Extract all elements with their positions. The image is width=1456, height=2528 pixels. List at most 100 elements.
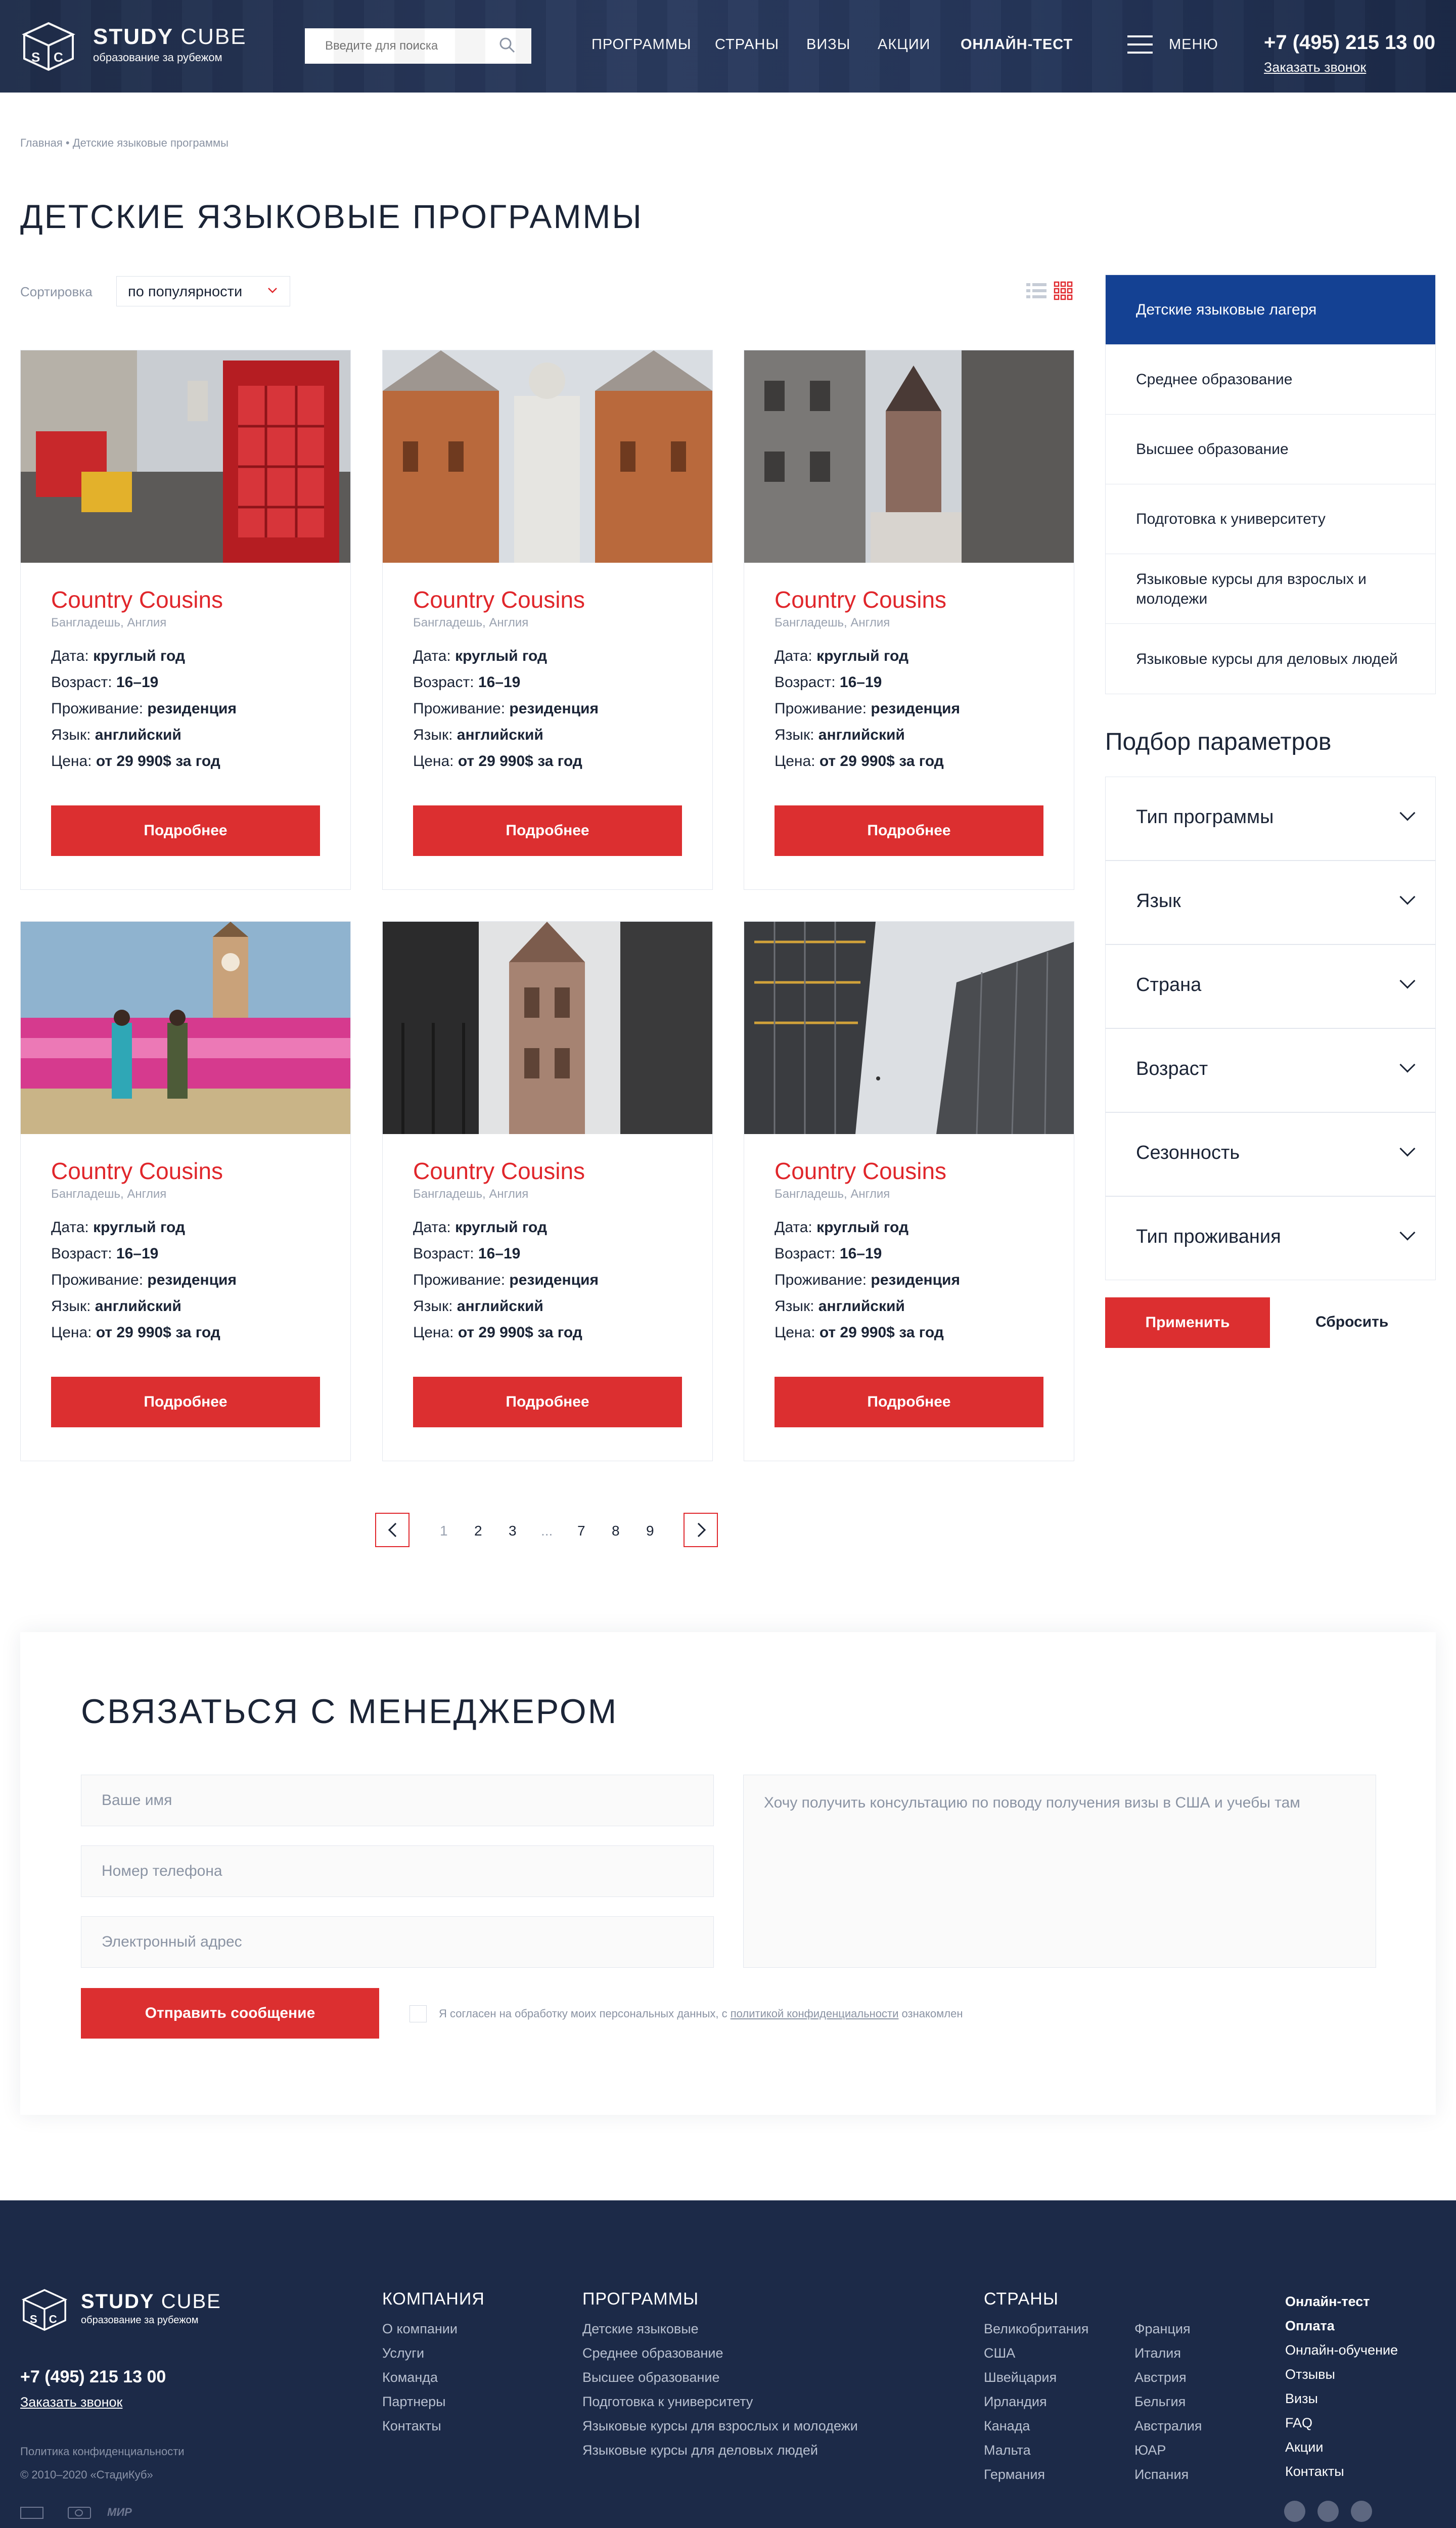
apply-filters-button[interactable]: Применить (1105, 1297, 1270, 1348)
vk-icon[interactable] (1351, 2501, 1372, 2522)
grid-view-icon[interactable] (1054, 281, 1073, 303)
footer-privacy-link[interactable]: Политика конфиденциальности (20, 2445, 185, 2458)
message-textarea[interactable]: Хочу получить консультацию по поводу пол… (743, 1775, 1376, 1968)
program-card-details-button[interactable]: Подробнее (51, 1377, 320, 1427)
filter-program-type[interactable]: Тип программы (1105, 777, 1436, 861)
pagination-page-2[interactable]: 2 (474, 1523, 482, 1539)
program-card-image[interactable] (744, 922, 1074, 1134)
footer-link[interactable]: Партнеры (382, 2389, 458, 2414)
footer-link[interactable]: Канада (984, 2414, 1088, 2438)
program-card-details-button[interactable]: Подробнее (775, 1377, 1043, 1427)
footer-link[interactable]: Высшее образование (582, 2365, 858, 2389)
header-phone[interactable]: +7 (495) 215 13 00 (1264, 31, 1435, 54)
instagram-icon[interactable] (1317, 2501, 1339, 2522)
nav-online-test[interactable]: ОНЛАЙН-ТЕСТ (961, 36, 1073, 53)
footer-link[interactable]: Отзывы (1285, 2362, 1398, 2386)
footer-link[interactable]: Великобритания (984, 2317, 1088, 2341)
sort-select[interactable]: по популярности (116, 276, 290, 306)
phone-field[interactable]: Номер телефона (81, 1845, 714, 1897)
footer-link[interactable]: Австрия (1134, 2365, 1202, 2389)
footer-link[interactable]: США (984, 2341, 1088, 2365)
program-card-title[interactable]: Country Cousins (775, 586, 946, 613)
filter-age[interactable]: Возраст (1105, 1028, 1436, 1112)
program-card-title[interactable]: Country Cousins (413, 1157, 585, 1185)
footer-link[interactable]: Среднее образование (582, 2341, 858, 2365)
search-input[interactable] (305, 28, 531, 64)
pagination-page-1[interactable]: 1 (440, 1523, 448, 1539)
pagination-page-7[interactable]: 7 (577, 1523, 585, 1539)
program-card-image[interactable] (21, 350, 350, 563)
filter-language[interactable]: Язык (1105, 861, 1436, 944)
footer-link[interactable]: Команда (382, 2365, 458, 2389)
footer-link[interactable]: Ирландия (984, 2389, 1088, 2414)
nav-programs[interactable]: ПРОГРАММЫ (592, 36, 692, 53)
footer-link[interactable]: Испания (1134, 2462, 1202, 2487)
footer-logo-icon[interactable]: S C (20, 2287, 69, 2333)
logo-cube-icon[interactable]: S C (20, 20, 77, 71)
program-card-details-button[interactable]: Подробнее (51, 805, 320, 856)
program-card-image[interactable] (383, 922, 712, 1134)
footer-link[interactable]: Франция (1134, 2317, 1202, 2341)
nav-visas[interactable]: ВИЗЫ (806, 36, 850, 53)
menu-button[interactable]: МЕНЮ (1169, 36, 1218, 53)
footer-link[interactable]: Италия (1134, 2341, 1202, 2365)
footer-link[interactable]: Бельгия (1134, 2389, 1202, 2414)
program-card-image[interactable] (383, 350, 712, 563)
breadcrumb-home[interactable]: Главная (20, 137, 63, 149)
category-item-higher[interactable]: Высшее образование (1106, 415, 1435, 484)
program-card-title[interactable]: Country Cousins (51, 586, 223, 613)
category-item-secondary[interactable]: Среднее образование (1106, 345, 1435, 415)
footer-link[interactable]: Оплата (1285, 2314, 1398, 2338)
pagination-page-8[interactable]: 8 (612, 1523, 620, 1539)
name-field[interactable]: Ваше имя (81, 1775, 714, 1826)
footer-link[interactable]: Мальта (984, 2438, 1088, 2462)
consent-checkbox[interactable] (410, 2005, 427, 2022)
nav-countries[interactable]: СТРАНЫ (715, 36, 779, 53)
footer-link[interactable]: Германия (984, 2462, 1088, 2487)
footer-link[interactable]: Языковые курсы для взрослых и молодежи (582, 2414, 858, 2438)
nav-promotions[interactable]: АКЦИИ (878, 36, 930, 53)
footer-link[interactable]: Детские языковые (582, 2317, 858, 2341)
footer-link[interactable]: Визы (1285, 2386, 1398, 2411)
logo-title[interactable]: STUDY CUBE (93, 24, 247, 50)
footer-link[interactable]: Швейцария (984, 2365, 1088, 2389)
pagination-next-button[interactable] (684, 1513, 718, 1547)
footer-link[interactable]: Акции (1285, 2435, 1398, 2459)
filter-country[interactable]: Страна (1105, 944, 1436, 1028)
reset-filters-button[interactable]: Сбросить (1315, 1314, 1388, 1331)
footer-link[interactable]: Австралия (1134, 2414, 1202, 2438)
program-card-image[interactable] (21, 922, 350, 1134)
footer-link[interactable]: Языковые курсы для деловых людей (582, 2438, 858, 2462)
category-item-adult-courses[interactable]: Языковые курсы для взрослых и молодежи (1106, 554, 1435, 624)
footer-link[interactable]: Онлайн-тест (1285, 2289, 1398, 2314)
footer-link[interactable]: Подготовка к университету (582, 2389, 858, 2414)
footer-link[interactable]: Контакты (1285, 2459, 1398, 2484)
facebook-icon[interactable] (1284, 2501, 1305, 2522)
footer-link[interactable]: Контакты (382, 2414, 458, 2438)
filter-housing[interactable]: Тип проживания (1105, 1196, 1436, 1280)
program-card-title[interactable]: Country Cousins (413, 586, 585, 613)
footer-link[interactable]: ЮАР (1134, 2438, 1202, 2462)
footer-link[interactable]: О компании (382, 2317, 458, 2341)
category-item-business-courses[interactable]: Языковые курсы для деловых людей (1106, 624, 1435, 694)
program-card-details-button[interactable]: Подробнее (413, 1377, 682, 1427)
header-callback-link[interactable]: Заказать звонок (1264, 60, 1366, 75)
search-icon[interactable] (498, 36, 516, 56)
email-field[interactable]: Электронный адрес (81, 1916, 714, 1968)
program-card-details-button[interactable]: Подробнее (413, 805, 682, 856)
pagination-prev-button[interactable] (375, 1513, 410, 1547)
footer-link[interactable]: FAQ (1285, 2411, 1398, 2435)
program-card-title[interactable]: Country Cousins (775, 1157, 946, 1185)
program-card-details-button[interactable]: Подробнее (775, 805, 1043, 856)
filter-season[interactable]: Сезонность (1105, 1112, 1436, 1196)
pagination-page-9[interactable]: 9 (646, 1523, 654, 1539)
privacy-policy-link[interactable]: политикой конфиденциальности (731, 2007, 899, 2020)
pagination-page-3[interactable]: 3 (509, 1523, 517, 1539)
send-message-button[interactable]: Отправить сообщение (81, 1988, 379, 2039)
list-view-icon[interactable] (1026, 282, 1046, 302)
footer-callback-link[interactable]: Заказать звонок (20, 2395, 122, 2410)
footer-phone[interactable]: +7 (495) 215 13 00 (20, 2367, 166, 2387)
category-item-university-prep[interactable]: Подготовка к университету (1106, 484, 1435, 554)
program-card-image[interactable] (744, 350, 1074, 563)
menu-icon[interactable] (1127, 34, 1153, 57)
